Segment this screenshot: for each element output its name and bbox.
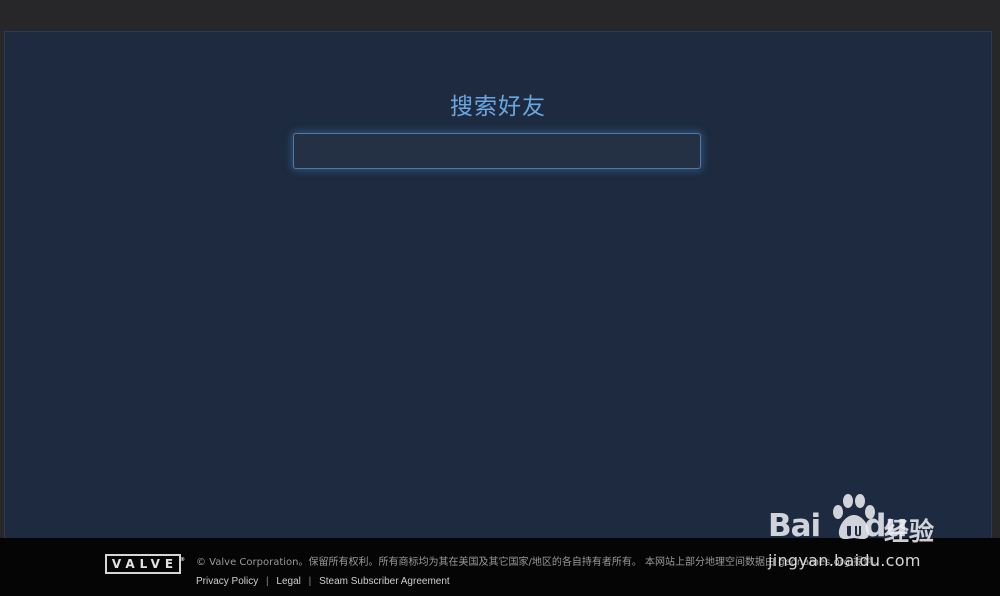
steam-window: 搜索好友 VALVE ® © Valve Corporation。保留所有权利。所…: [0, 0, 1000, 596]
link-separator: |: [308, 576, 312, 587]
valve-logo-text: VALVE: [111, 557, 179, 571]
watermark-brand-bai: Bai: [768, 508, 821, 544]
watermark-url: jingyan.baidu.com: [768, 551, 921, 570]
baidu-paw-icon: [833, 494, 875, 540]
page-title: 搜索好友: [450, 94, 546, 120]
privacy-policy-link[interactable]: Privacy Policy: [196, 576, 258, 587]
link-separator: |: [266, 576, 269, 587]
search-friends-input[interactable]: [293, 133, 701, 169]
subscriber-agreement-link[interactable]: Steam Subscriber Agreement: [319, 576, 450, 587]
baidu-jingyan-watermark: Bai du 经验 jingyan.baidu.com: [768, 490, 968, 580]
valve-logo: VALVE ®: [105, 554, 185, 574]
footer-links: Privacy Policy | Legal | Steam Subscribe…: [196, 576, 450, 587]
legal-link[interactable]: Legal: [276, 576, 300, 587]
search-friends-panel: 搜索好友: [4, 31, 992, 540]
watermark-product: 经验: [884, 517, 935, 546]
